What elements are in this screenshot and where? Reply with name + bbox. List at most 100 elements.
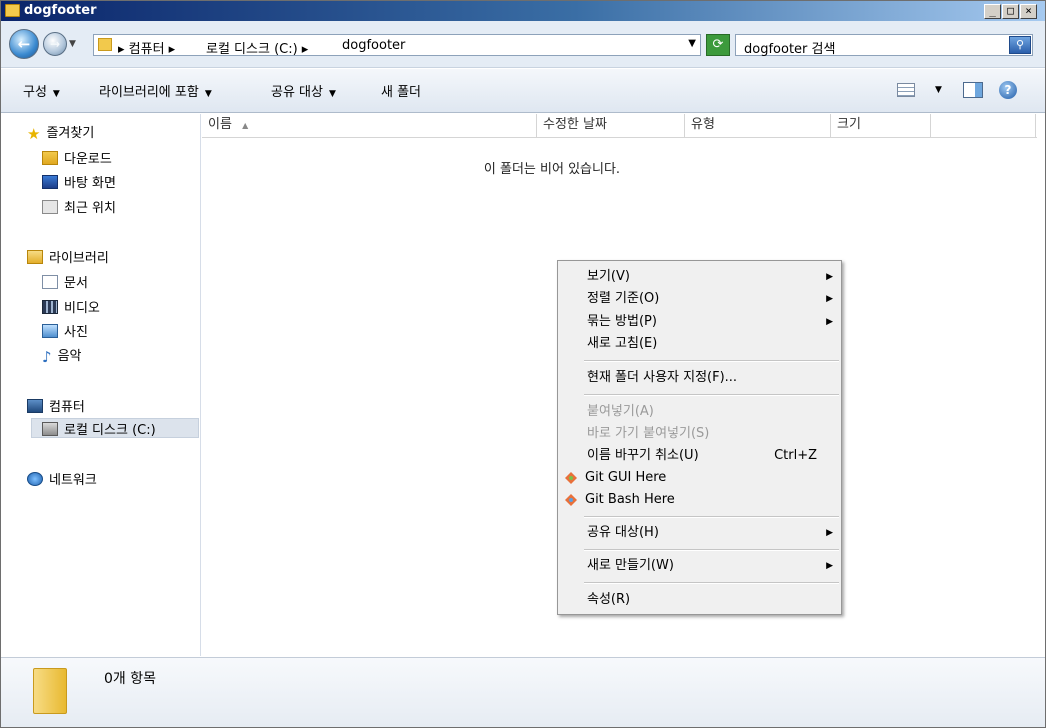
menu-item-share-with[interactable]: 공유 대상(H) ▶ [558,522,841,544]
menu-item-sort-by[interactable]: 정렬 기준(O) ▶ [558,288,841,310]
refresh-button[interactable]: ⟳ [706,34,730,56]
navigation-pane: ★ 즐겨찾기 다운로드 바탕 화면 최근 위치 라이브러리 문서 비디오 사진 ♪… [1,114,201,656]
menu-item-label: 현재 폴더 사용자 지정(F)... [587,370,738,385]
new-folder-button[interactable]: 새 폴더 [381,81,421,100]
drive-icon [42,422,58,436]
menu-item-label: 묶는 방법(P) [587,314,657,329]
nav-item-recent-places[interactable]: 최근 위치 [42,197,116,217]
menu-item-properties[interactable]: 속성(R) [558,589,841,611]
menu-item-label: Git GUI Here [585,470,667,485]
menu-item-label: 새로 고침(E) [587,336,658,351]
help-icon[interactable]: ? [999,81,1017,99]
menu-item-label: 보기(V) [587,269,630,284]
nav-label: 사진 [64,325,88,340]
back-arrow-icon: ← [17,35,31,53]
nav-item-favorites[interactable]: ★ 즐겨찾기 [27,122,94,143]
column-type[interactable]: 유형 [685,114,831,138]
close-button[interactable]: × [1020,4,1037,19]
column-size[interactable]: 크기 [831,114,931,138]
nav-label: 네트워크 [49,473,97,488]
search-icon[interactable]: ⚲ [1009,36,1031,54]
chevron-down-icon: ▼ [328,89,336,99]
include-in-library-label: 라이브러리에 포함 [99,85,199,100]
network-icon [27,472,43,486]
nav-label: 문서 [64,276,88,291]
organize-label: 구성 [23,85,47,100]
column-header: 이름 ▲ 수정한 날짜 유형 크기 [202,114,1037,138]
include-in-library-button[interactable]: 라이브러리에 포함 ▼ [99,81,212,100]
address-bar[interactable]: ▸ 컴퓨터 ▸ 로컬 디스크 (C:) ▸ dogfooter ▼ [93,34,701,57]
menu-item-label: 공유 대상(H) [587,525,659,540]
menu-item-paste[interactable]: 붙여넣기(A) [558,401,841,423]
menu-separator [584,360,839,362]
item-count: 0개 항목 [104,671,156,687]
title-bar[interactable]: dogfooter _ □ × [1,1,1045,21]
menu-item-refresh[interactable]: 새로 고침(E) [558,333,841,355]
nav-label: 라이브러리 [49,251,109,266]
share-with-label: 공유 대상 [271,85,323,100]
folder-icon [5,4,20,17]
nav-label: 바탕 화면 [64,176,116,191]
nav-item-pictures[interactable]: 사진 [42,321,88,341]
breadcrumb-dogfooter[interactable]: dogfooter [342,38,405,53]
menu-item-new[interactable]: 새로 만들기(W) ▶ [558,555,841,577]
nav-label: 음악 [57,349,82,364]
nav-item-videos[interactable]: 비디오 [42,297,100,317]
empty-folder-message: 이 폴더는 비어 있습니다. [483,162,621,177]
back-button[interactable]: ← [9,29,39,59]
nav-label: 최근 위치 [64,201,116,216]
menu-separator [584,549,839,551]
nav-item-music[interactable]: ♪ 음악 [42,345,82,366]
menu-item-paste-shortcut[interactable]: 바로 가기 붙여넣기(S) [558,423,841,445]
nav-item-local-disk[interactable]: 로컬 디스크 (C:) [31,418,199,438]
maximize-button[interactable]: □ [1002,4,1019,19]
minimize-button[interactable]: _ [984,4,1001,19]
share-with-button[interactable]: 공유 대상 ▼ [271,81,336,100]
column-name-label: 이름 [208,117,232,132]
column-extra[interactable] [931,114,1036,138]
submenu-arrow-icon: ▶ [826,528,833,538]
nav-item-downloads[interactable]: 다운로드 [42,148,112,168]
menu-item-label: 붙여넣기(A) [587,404,654,419]
chevron-down-icon: ▼ [52,89,60,99]
preview-pane-icon[interactable] [963,82,983,98]
forward-arrow-icon: → [49,37,61,51]
nav-item-network[interactable]: 네트워크 [27,469,97,489]
menu-item-git-bash[interactable]: Git Bash Here [558,489,841,511]
breadcrumb-computer[interactable]: ▸ 컴퓨터 ▸ [118,38,175,57]
nav-item-desktop[interactable]: 바탕 화면 [42,172,116,192]
sort-ascending-icon: ▲ [242,121,249,130]
menu-separator [584,582,839,584]
forward-button[interactable]: → [43,32,67,56]
menu-item-shortcut: Ctrl+Z [774,448,817,463]
column-date-modified[interactable]: 수정한 날짜 [537,114,685,138]
menu-item-group-by[interactable]: 묶는 방법(P) ▶ [558,311,841,333]
menu-item-label: 바로 가기 붙여넣기(S) [587,426,710,441]
git-icon [564,471,578,485]
menu-item-view[interactable]: 보기(V) ▶ [558,266,841,288]
nav-item-documents[interactable]: 문서 [42,272,88,292]
search-input[interactable]: dogfooter 검색 ⚲ [735,34,1033,57]
column-name[interactable]: 이름 ▲ [202,114,537,138]
submenu-arrow-icon: ▶ [826,294,833,304]
view-options-icon[interactable] [897,83,915,97]
nav-item-computer[interactable]: 컴퓨터 [27,396,85,416]
breadcrumb-local-disk[interactable]: 로컬 디스크 (C:) ▸ [206,38,308,57]
folder-icon [33,668,67,714]
menu-item-label: 속성(R) [587,592,631,607]
organize-button[interactable]: 구성 ▼ [23,81,60,100]
nav-label: 비디오 [64,301,100,316]
menu-item-git-gui[interactable]: Git GUI Here [558,467,841,489]
explorer-window: dogfooter _ □ × ← → ▼ ▸ 컴퓨터 ▸ 로컬 디스크 (C:… [0,0,1046,728]
chevron-down-icon[interactable]: ▼ [688,38,696,49]
recent-pages-dropdown[interactable]: ▼ [69,39,76,49]
nav-item-libraries[interactable]: 라이브러리 [27,247,109,267]
menu-item-undo-rename[interactable]: 이름 바꾸기 취소(U) Ctrl+Z [558,445,841,467]
chevron-down-icon[interactable]: ▼ [935,85,942,95]
menu-item-label: 정렬 기준(O) [587,291,660,306]
menu-item-customize-folder[interactable]: 현재 폴더 사용자 지정(F)... [558,367,841,389]
menu-item-label: Git Bash Here [585,492,675,507]
search-placeholder: dogfooter 검색 [744,42,836,57]
computer-icon [27,399,43,413]
git-icon [564,493,578,507]
